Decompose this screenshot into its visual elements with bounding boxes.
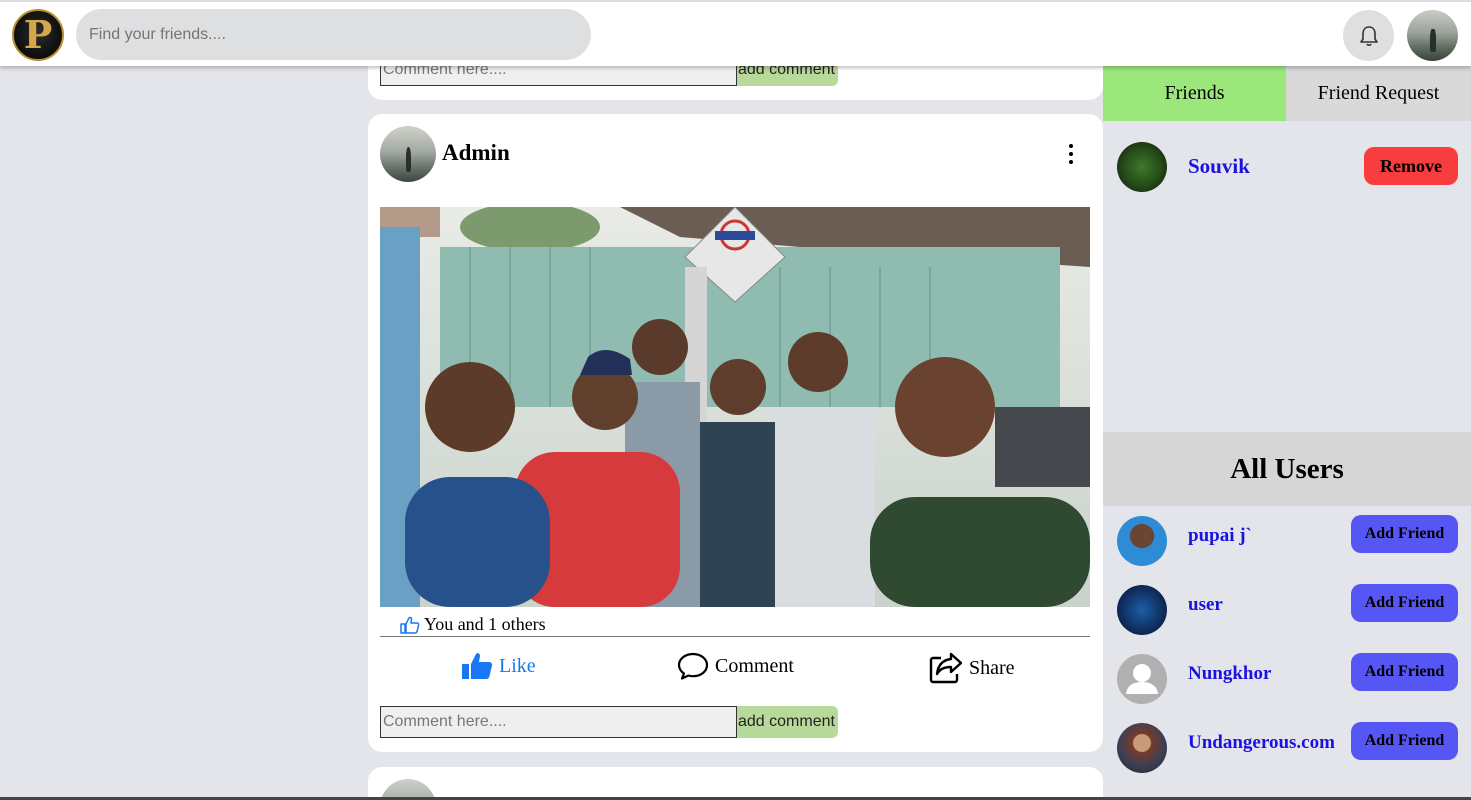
group-photo: [380, 207, 1090, 607]
comment-label: Comment: [715, 654, 794, 677]
user-name[interactable]: Undangerous.com: [1188, 732, 1335, 754]
add-friend-button[interactable]: Add Friend: [1351, 584, 1458, 622]
comment-button[interactable]: Comment: [677, 652, 794, 680]
share-icon: [929, 652, 963, 684]
tab-friend-request[interactable]: Friend Request: [1286, 66, 1471, 121]
post-author-avatar[interactable]: [380, 126, 436, 182]
post-author-name[interactable]: Admin: [442, 140, 510, 166]
user-avatar[interactable]: [1117, 585, 1167, 635]
friends-panel: Friends Friend Request Souvik Remove All…: [1103, 66, 1471, 800]
all-users-heading: All Users: [1103, 432, 1471, 506]
share-label: Share: [969, 656, 1015, 679]
user-row: Nungkhor Add Friend: [1103, 649, 1471, 709]
likes-text: You and 1 others: [424, 614, 546, 634]
profile-avatar[interactable]: [1407, 10, 1458, 61]
top-navbar: P: [0, 0, 1471, 66]
add-friend-button[interactable]: Add Friend: [1351, 653, 1458, 691]
comment-input[interactable]: [380, 706, 737, 738]
default-user-avatar[interactable]: [1117, 654, 1167, 704]
bell-icon: [1359, 25, 1378, 46]
user-name[interactable]: pupai j`: [1188, 525, 1252, 547]
remove-friend-button[interactable]: Remove: [1364, 147, 1458, 185]
like-button[interactable]: Like: [461, 652, 536, 680]
notifications-button[interactable]: [1343, 10, 1394, 61]
user-row: Undangerous.com Add Friend: [1103, 718, 1471, 778]
post-options-button[interactable]: [1061, 142, 1081, 166]
user-avatar[interactable]: [1117, 516, 1167, 566]
post-image: [380, 207, 1090, 607]
friend-avatar[interactable]: [1117, 142, 1167, 192]
thumbs-up-icon: [462, 653, 493, 679]
post-card: Admin You and 1 others Like Comment Shar…: [368, 114, 1103, 752]
user-name[interactable]: Nungkhor: [1188, 663, 1271, 685]
tab-friends[interactable]: Friends: [1103, 66, 1286, 121]
thumbs-up-icon: [400, 616, 420, 634]
post-divider: [380, 636, 1090, 637]
likes-summary[interactable]: You and 1 others: [400, 614, 546, 635]
logo-letter: P: [23, 12, 53, 57]
search-input[interactable]: [76, 9, 591, 60]
add-friend-button[interactable]: Add Friend: [1351, 515, 1458, 553]
next-post-card: [368, 767, 1103, 800]
share-button[interactable]: Share: [929, 652, 1015, 684]
comment-bubble-icon: [677, 652, 709, 680]
user-name[interactable]: user: [1188, 594, 1223, 616]
friend-name[interactable]: Souvik: [1188, 154, 1250, 179]
add-friend-button[interactable]: Add Friend: [1351, 722, 1458, 760]
person-icon: [1126, 664, 1158, 694]
friend-row: Souvik Remove: [1103, 136, 1471, 196]
user-row: user Add Friend: [1103, 580, 1471, 640]
add-comment-button[interactable]: add comment: [737, 706, 838, 738]
like-label: Like: [499, 654, 536, 677]
user-row: pupai j` Add Friend: [1103, 511, 1471, 571]
app-logo[interactable]: P: [12, 9, 64, 61]
user-avatar[interactable]: [1117, 723, 1167, 773]
